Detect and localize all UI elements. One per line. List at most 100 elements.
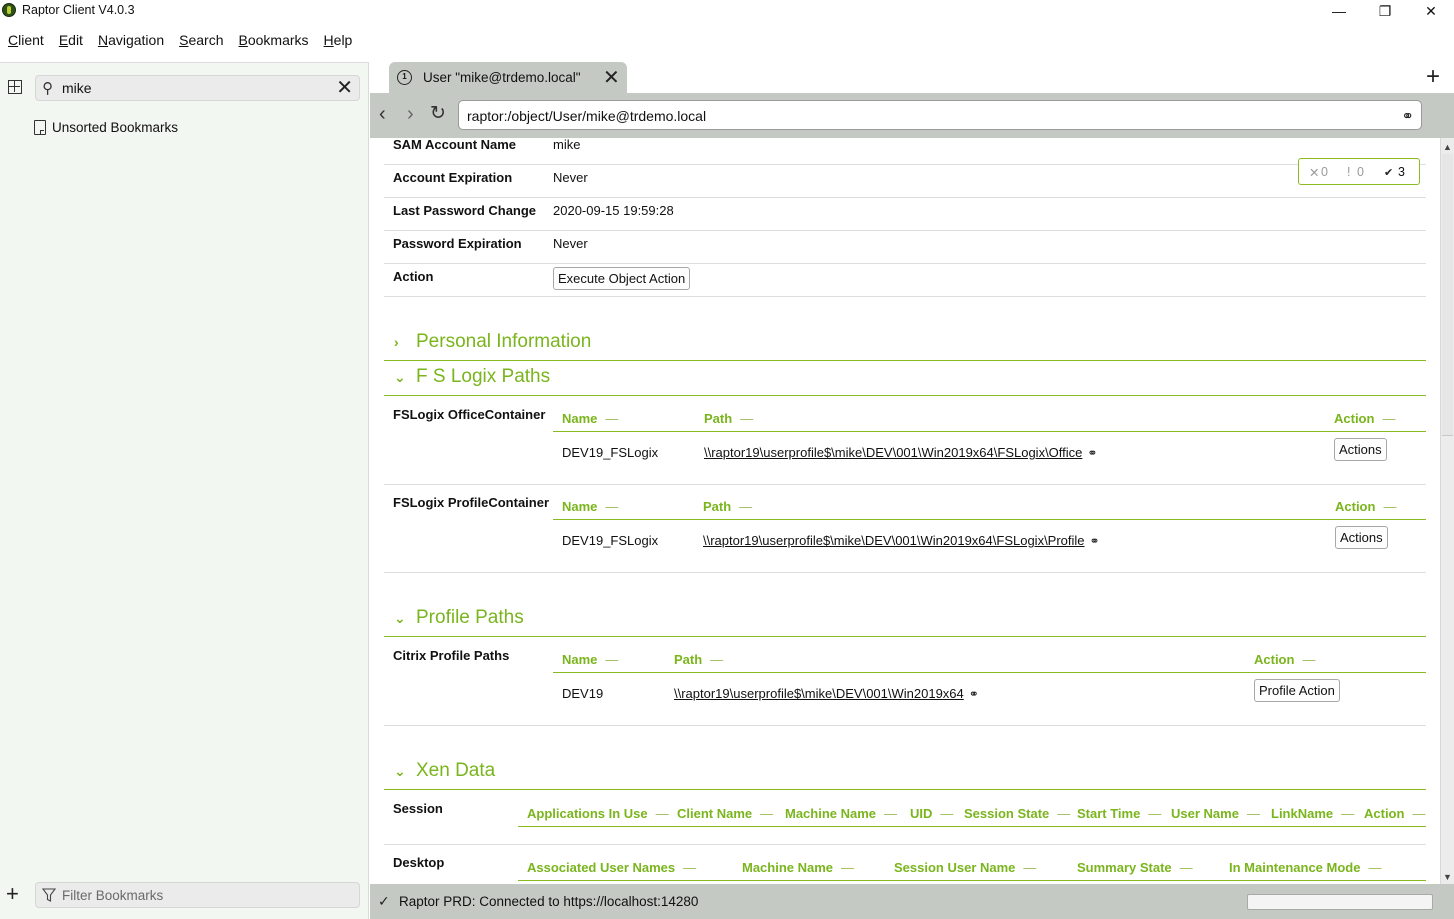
property-value: Never: [553, 236, 588, 251]
menu-bar: Client Edit Navigation Search Bookmarks …: [0, 28, 359, 54]
plus-icon: +: [6, 881, 19, 906]
connection-status: Raptor PRD: Connected to https://localho…: [399, 894, 699, 909]
status-bar: ✓ Raptor PRD: Connected to https://local…: [370, 884, 1454, 919]
close-window-button[interactable]: ✕: [1408, 0, 1454, 22]
property-label: Password Expiration: [393, 236, 522, 251]
error-icon: ✕: [1309, 166, 1320, 180]
section-fslogix-paths[interactable]: ⌄ F S Logix Paths: [384, 363, 1426, 396]
grid-icon[interactable]: [8, 80, 22, 94]
forward-button[interactable]: ›: [407, 104, 414, 124]
address-bar[interactable]: ⚭: [458, 100, 1422, 130]
link-icon[interactable]: ⚭: [1087, 446, 1097, 460]
property-row: Account Expiration Never: [384, 165, 1426, 198]
chevron-down-icon: ⌄: [394, 763, 406, 779]
column-header[interactable]: Summary State —: [1077, 860, 1193, 875]
menu-edit[interactable]: Edit: [51, 28, 90, 54]
menu-navigation[interactable]: Navigation: [90, 28, 171, 54]
address-input[interactable]: [467, 108, 1367, 124]
bookmark-search-input[interactable]: [62, 80, 322, 96]
column-header[interactable]: Applications In Use —: [527, 806, 669, 821]
column-header[interactable]: User Name —: [1171, 806, 1260, 821]
bookmark-folder-unsorted[interactable]: Unsorted Bookmarks: [34, 120, 178, 135]
scroll-thumb[interactable]: [1442, 154, 1453, 436]
status-badge[interactable]: ✕ 0 ! 0 ✔ 3: [1298, 158, 1420, 185]
property-row: Action Execute Object Action: [384, 264, 1426, 297]
column-header[interactable]: LinkName —: [1271, 806, 1354, 821]
section-title: F S Logix Paths: [416, 366, 551, 387]
property-value: mike: [553, 138, 581, 152]
cell-path: \\raptor19\userprofile$\mike\DEV\001\Win…: [674, 686, 979, 701]
property-row: Last Password Change 2020-09-15 19:59:28: [384, 198, 1426, 231]
bookmark-search-box[interactable]: ⚲ ✕: [35, 75, 360, 101]
column-header[interactable]: Start Time —: [1077, 806, 1161, 821]
bookmark-folder-label: Unsorted Bookmarks: [52, 120, 179, 135]
divider: [384, 844, 1426, 845]
actions-button[interactable]: Actions: [1335, 526, 1388, 549]
column-header-name[interactable]: Name —: [562, 652, 618, 667]
ok-count: 3: [1398, 165, 1405, 179]
menu-search[interactable]: Search: [171, 28, 230, 54]
column-header-name[interactable]: Name —: [562, 499, 618, 514]
column-header-action[interactable]: Action —: [1254, 652, 1315, 667]
object-icon: 1: [397, 70, 412, 85]
table-header: Name — Path — Action —: [553, 406, 1426, 432]
column-header[interactable]: Machine Name —: [785, 806, 897, 821]
chevron-down-icon: ⌄: [394, 369, 406, 385]
profile-action-button[interactable]: Profile Action: [1254, 679, 1340, 702]
divider: [384, 484, 1426, 485]
add-bookmark-button[interactable]: +: [6, 883, 19, 905]
clear-search-icon[interactable]: ✕: [336, 77, 353, 99]
column-header-action[interactable]: Action —: [1335, 499, 1396, 514]
object-view: SAM Account Name mike Account Expiration…: [370, 138, 1440, 884]
property-label: Action: [393, 269, 434, 284]
path-link[interactable]: \\raptor19\userprofile$\mike\DEV\001\Win…: [704, 445, 1082, 460]
column-header[interactable]: Action —: [1364, 806, 1425, 821]
column-header-path[interactable]: Path —: [674, 652, 723, 667]
filter-bookmarks-input[interactable]: [62, 888, 342, 903]
refresh-button[interactable]: ↻: [430, 104, 446, 124]
property-label: SAM Account Name: [393, 138, 517, 152]
cell-name: DEV19_FSLogix: [562, 533, 659, 548]
path-link[interactable]: \\raptor19\userprofile$\mike\DEV\001\Win…: [703, 533, 1085, 548]
column-header[interactable]: Session User Name —: [894, 860, 1036, 875]
column-header[interactable]: Associated User Names —: [527, 860, 696, 875]
chevron-right-icon: ›: [394, 334, 399, 350]
link-icon[interactable]: ⚭: [1401, 107, 1414, 125]
link-icon[interactable]: ⚭: [969, 687, 979, 701]
execute-object-action-button[interactable]: Execute Object Action: [553, 267, 691, 290]
back-button[interactable]: ‹: [379, 104, 386, 124]
column-header[interactable]: Machine Name —: [742, 860, 854, 875]
actions-button[interactable]: Actions: [1334, 438, 1387, 461]
vertical-scrollbar[interactable]: ▲ ▼: [1440, 138, 1454, 884]
restore-button[interactable]: ❐: [1362, 0, 1408, 22]
section-xen-data[interactable]: ⌄ Xen Data: [384, 757, 1426, 790]
property-row: Password Expiration Never: [384, 231, 1426, 264]
menu-client[interactable]: Client: [0, 28, 51, 54]
path-link[interactable]: \\raptor19\userprofile$\mike\DEV\001\Win…: [674, 686, 964, 701]
scroll-down-icon[interactable]: ▼: [1443, 872, 1452, 882]
column-header-action[interactable]: Action —: [1334, 411, 1395, 426]
cell-path: \\raptor19\userprofile$\mike\DEV\001\Win…: [703, 533, 1100, 548]
menu-help[interactable]: Help: [316, 28, 360, 54]
menu-bookmarks[interactable]: Bookmarks: [231, 28, 316, 54]
link-icon[interactable]: ⚭: [1090, 534, 1100, 548]
filter-bookmarks-box[interactable]: [35, 882, 360, 908]
column-header-name[interactable]: Name —: [562, 411, 618, 426]
check-icon: ✓: [378, 893, 390, 909]
new-tab-button[interactable]: +: [1426, 63, 1440, 91]
minimize-button[interactable]: —: [1316, 0, 1362, 22]
section-title: Personal Information: [416, 331, 592, 352]
column-header-path[interactable]: Path —: [703, 499, 752, 514]
table-header: Associated User Names — Machine Name — Ses…: [518, 855, 1426, 881]
column-header[interactable]: Session State —: [964, 806, 1070, 821]
scroll-up-icon[interactable]: ▲: [1443, 142, 1452, 152]
tab-user-mike[interactable]: 1 User "mike@trdemo.local" ✕: [389, 62, 627, 93]
section-profile-paths[interactable]: ⌄ Profile Paths: [384, 604, 1426, 637]
column-header[interactable]: Client Name —: [677, 806, 773, 821]
column-header[interactable]: UID —: [910, 806, 953, 821]
column-header[interactable]: In Maintenance Mode —: [1229, 860, 1381, 875]
section-personal-information[interactable]: › Personal Information: [384, 328, 1426, 361]
close-tab-icon[interactable]: ✕: [603, 65, 620, 90]
search-icon: ⚲: [42, 80, 53, 97]
column-header-path[interactable]: Path —: [704, 411, 753, 426]
